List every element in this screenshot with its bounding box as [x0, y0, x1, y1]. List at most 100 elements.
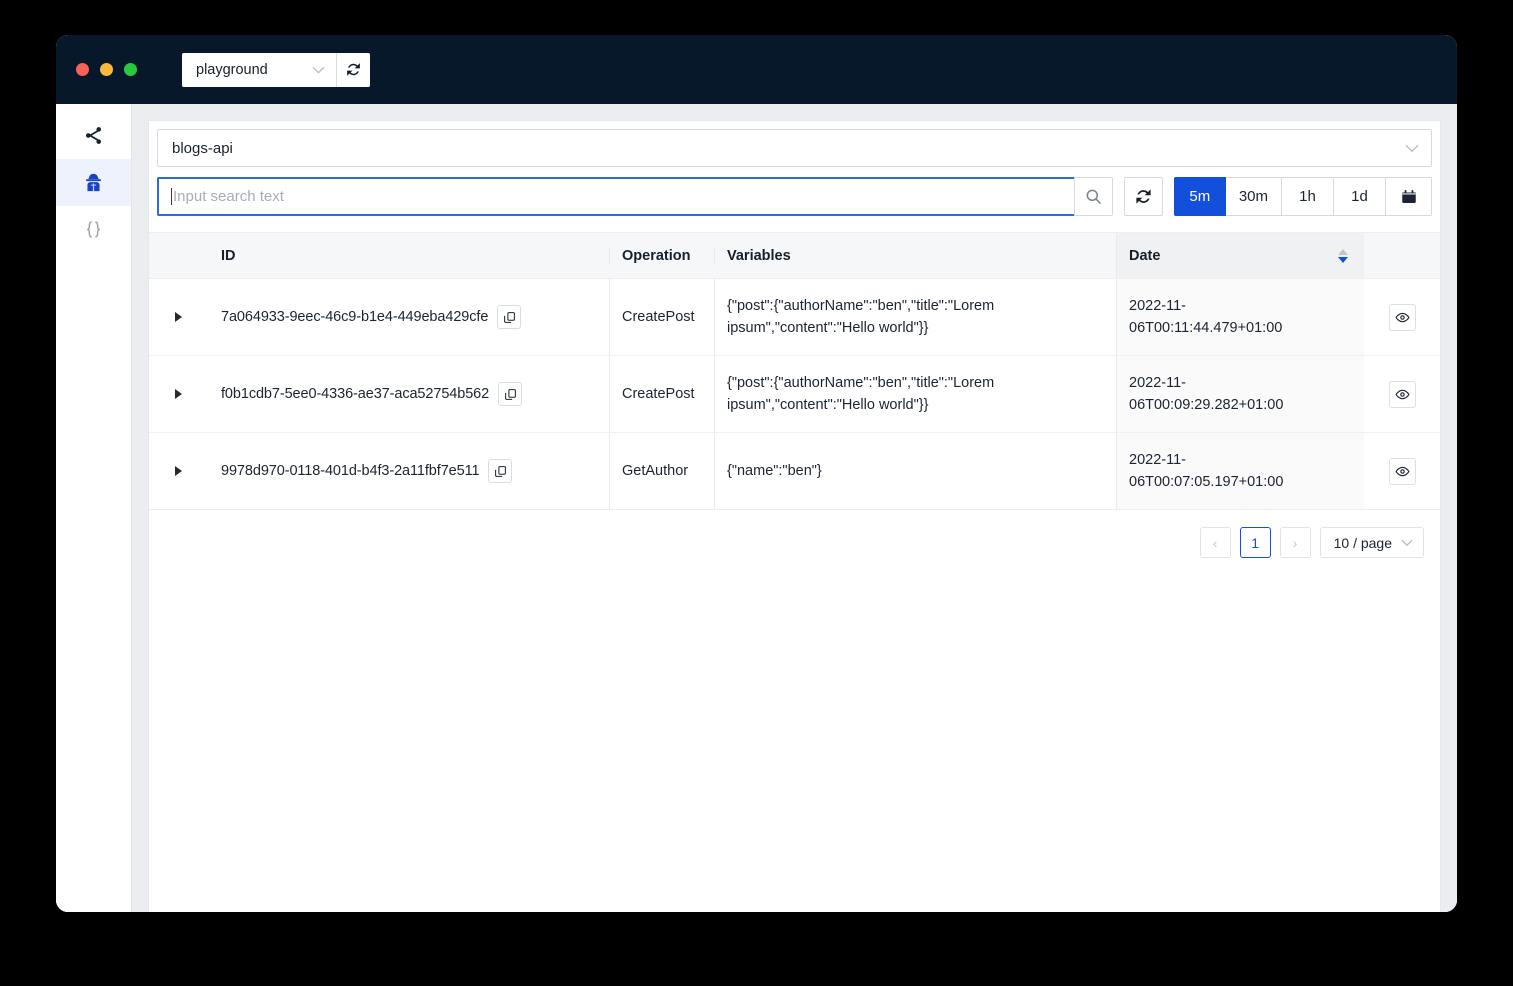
column-header-date[interactable]: Date — [1116, 233, 1364, 278]
table-header-row: ID Operation Variables Date — [149, 232, 1440, 279]
sidebar — [56, 104, 132, 912]
eye-icon — [1394, 310, 1410, 325]
search-button[interactable] — [1073, 177, 1113, 216]
column-header-operation: Operation — [609, 247, 714, 264]
time-range-30m[interactable]: 30m — [1225, 177, 1282, 216]
search-icon — [1084, 187, 1103, 206]
row-variables-cell: {"post":{"authorName":"ben","title":"Lor… — [714, 356, 1116, 432]
copy-icon — [494, 465, 507, 478]
row-variables-text: {"post":{"authorName":"ben","title":"Lor… — [727, 297, 995, 336]
time-range-5m[interactable]: 5m — [1173, 177, 1226, 216]
row-actions-cell — [1364, 356, 1440, 432]
api-select[interactable]: blogs-api — [157, 129, 1432, 167]
text-caret — [171, 188, 172, 205]
environment-select-value: playground — [196, 61, 268, 78]
row-expand-cell — [149, 356, 221, 432]
time-range-30m-label: 30m — [1238, 188, 1268, 205]
copy-id-button[interactable] — [488, 459, 513, 483]
pagination-next-button[interactable]: › — [1279, 527, 1311, 558]
api-select-value: blogs-api — [172, 139, 233, 157]
traffic-lights — [76, 63, 137, 76]
row-variables-text: {"name":"ben"} — [727, 462, 822, 479]
row-actions-cell — [1364, 433, 1440, 509]
title-bar: playground — [56, 35, 1457, 104]
minimize-window-button[interactable] — [100, 63, 113, 76]
environment-refresh-button[interactable] — [337, 52, 370, 87]
row-date-text: 2022-11-06T00:11:44.479+01:00 — [1129, 297, 1283, 336]
sidebar-item-graph[interactable] — [56, 112, 131, 159]
row-date-cell: 2022-11-06T00:09:29.282+01:00 — [1116, 356, 1364, 432]
view-request-button[interactable] — [1388, 303, 1416, 331]
row-id-text: f0b1cdb7-5ee0-4336-ae37-aca52754b562 — [221, 386, 490, 402]
copy-id-button[interactable] — [498, 382, 523, 406]
row-id-text: 7a064933-9eec-46c9-b1e4-449eba429cfe — [221, 309, 489, 325]
table-row[interactable]: 9978d970-0118-401d-b4f3-2a11fbf7e511 Get… — [149, 433, 1440, 510]
row-operation-cell: CreatePost — [609, 356, 714, 432]
row-date-text: 2022-11-06T00:07:05.197+01:00 — [1129, 451, 1284, 490]
copy-icon — [503, 311, 516, 324]
refresh-icon — [1134, 187, 1153, 206]
row-id-text: 9978d970-0118-401d-b4f3-2a11fbf7e511 — [221, 463, 480, 479]
detective-icon — [83, 172, 104, 193]
environment-control-group: playground — [182, 52, 370, 87]
refresh-icon — [345, 61, 362, 78]
column-header-date-label: Date — [1129, 247, 1161, 264]
row-variables-text: {"post":{"authorName":"ben","title":"Lor… — [727, 374, 995, 413]
refresh-results-button[interactable] — [1123, 177, 1163, 216]
row-id-cell: 9978d970-0118-401d-b4f3-2a11fbf7e511 — [221, 433, 609, 509]
time-range-1h[interactable]: 1h — [1282, 177, 1334, 216]
page-size-value: 10 / page — [1333, 534, 1392, 551]
row-actions-cell — [1364, 279, 1440, 355]
view-request-button[interactable] — [1388, 380, 1416, 408]
sort-toggle-date[interactable] — [1338, 248, 1348, 263]
date-picker-button[interactable] — [1386, 177, 1432, 216]
environment-select[interactable]: playground — [182, 52, 337, 87]
sidebar-item-schema[interactable] — [56, 206, 131, 253]
table-row[interactable]: f0b1cdb7-5ee0-4336-ae37-aca52754b562 Cre… — [149, 356, 1440, 433]
time-range-1d-label: 1d — [1351, 188, 1368, 205]
row-variables-cell: {"post":{"authorName":"ben","title":"Lor… — [714, 279, 1116, 355]
eye-icon — [1394, 387, 1410, 402]
calendar-icon — [1400, 188, 1418, 206]
maximize-window-button[interactable] — [124, 63, 137, 76]
close-window-button[interactable] — [76, 63, 89, 76]
search-input[interactable]: Input search text — [157, 177, 1074, 216]
table-row[interactable]: 7a064933-9eec-46c9-b1e4-449eba429cfe Cre… — [149, 279, 1440, 356]
chevron-down-icon — [1405, 144, 1419, 153]
caret-up-icon — [1338, 248, 1348, 255]
pagination: ‹ 1 › 10 / page — [149, 510, 1440, 558]
app-window: playground blogs-api Input search text 5… — [56, 35, 1457, 912]
main-content: blogs-api Input search text 5m 30m 1h 1d… — [132, 104, 1457, 912]
caret-right-icon[interactable] — [175, 389, 182, 399]
pagination-prev-button[interactable]: ‹ — [1199, 527, 1231, 558]
requests-table: ID Operation Variables Date 7a064933-9ee… — [149, 232, 1440, 510]
row-date-text: 2022-11-06T00:09:29.282+01:00 — [1129, 374, 1284, 413]
row-expand-cell — [149, 433, 221, 509]
caret-down-icon — [1338, 256, 1348, 263]
pagination-page-1[interactable]: 1 — [1239, 527, 1271, 558]
inspector-panel: blogs-api Input search text 5m 30m 1h 1d… — [148, 120, 1441, 912]
column-header-id: ID — [221, 247, 236, 264]
time-range-5m-label: 5m — [1189, 188, 1211, 205]
chevron-down-icon — [1401, 539, 1413, 547]
column-header-variables: Variables — [714, 247, 1116, 264]
page-size-select[interactable]: 10 / page — [1319, 527, 1424, 558]
braces-icon — [83, 219, 104, 240]
caret-right-icon[interactable] — [175, 312, 182, 322]
caret-right-icon[interactable] — [175, 466, 182, 476]
chevron-down-icon — [312, 66, 325, 74]
row-id-cell: 7a064933-9eec-46c9-b1e4-449eba429cfe — [221, 279, 609, 355]
time-range-group: 5m 30m 1h 1d — [1173, 177, 1432, 216]
eye-icon — [1394, 464, 1410, 479]
row-variables-cell: {"name":"ben"} — [714, 433, 1116, 509]
search-input-placeholder: Input search text — [173, 188, 284, 205]
copy-icon — [504, 388, 517, 401]
view-request-button[interactable] — [1388, 457, 1416, 485]
time-range-1d[interactable]: 1d — [1334, 177, 1386, 216]
row-date-cell: 2022-11-06T00:07:05.197+01:00 — [1116, 433, 1364, 509]
row-expand-cell — [149, 279, 221, 355]
copy-id-button[interactable] — [497, 305, 522, 329]
sidebar-item-inspector[interactable] — [56, 159, 131, 206]
time-range-1h-label: 1h — [1299, 188, 1316, 205]
share-graph-icon — [83, 125, 104, 146]
